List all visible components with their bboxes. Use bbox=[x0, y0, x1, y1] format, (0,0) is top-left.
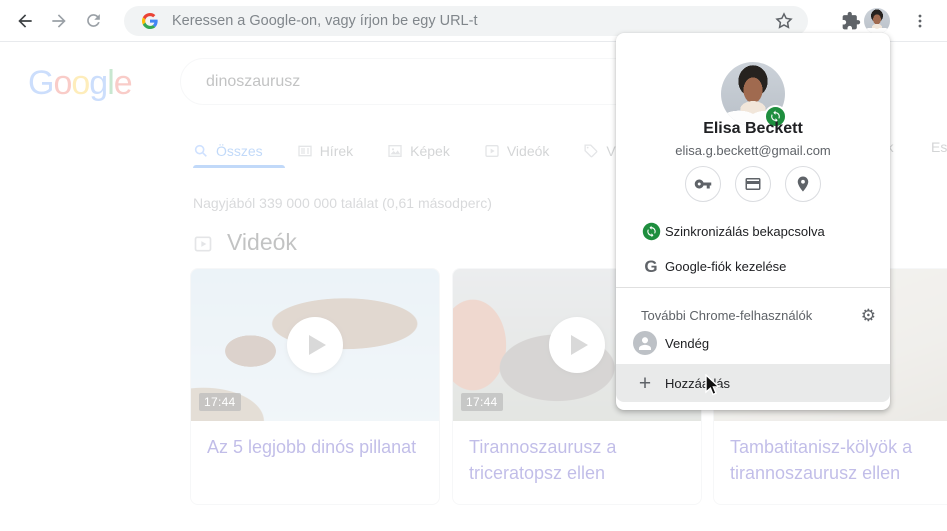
guest-label: Vendég bbox=[665, 335, 710, 351]
menu-dots-icon[interactable] bbox=[903, 4, 937, 38]
manage-account-label: Google-fiók kezelése bbox=[665, 258, 787, 274]
google-g-icon: G bbox=[644, 256, 658, 276]
menu-divider bbox=[616, 287, 890, 288]
browser-window: Google dinoszaurusz Összes Hírek bbox=[0, 0, 947, 531]
account-shortcuts bbox=[616, 166, 890, 202]
passwords-key-button[interactable] bbox=[685, 166, 721, 202]
profile-menu: Elisa Beckett elisa.g.beckett@gmail.com … bbox=[616, 33, 890, 410]
payments-card-button[interactable] bbox=[735, 166, 771, 202]
manage-account-item[interactable]: G Google-fiók kezelése bbox=[616, 250, 890, 282]
profile-avatar-button[interactable] bbox=[864, 8, 890, 34]
address-bar[interactable]: Keressen a Google-on, vagy írjon be egy … bbox=[124, 6, 808, 36]
back-button[interactable] bbox=[8, 4, 42, 38]
gear-icon[interactable]: ⚙ bbox=[861, 307, 876, 324]
mouse-cursor bbox=[705, 374, 721, 396]
reload-button[interactable] bbox=[76, 4, 110, 38]
google-favicon bbox=[142, 13, 158, 29]
url-placeholder: Keressen a Google-on, vagy írjon be egy … bbox=[172, 13, 478, 29]
profile-name: Elisa Beckett bbox=[703, 120, 803, 137]
profile-email: elisa.g.beckett@gmail.com bbox=[675, 143, 831, 158]
sync-status-item[interactable]: Szinkronizálás bekapcsolva bbox=[616, 215, 890, 247]
guest-person-icon bbox=[633, 331, 657, 355]
add-profile-item[interactable]: + Hozzáadás bbox=[616, 364, 890, 402]
addresses-pin-button[interactable] bbox=[785, 166, 821, 202]
forward-button[interactable] bbox=[42, 4, 76, 38]
sync-on-icon bbox=[639, 222, 663, 241]
other-profiles-label: További Chrome-felhasználók bbox=[641, 307, 813, 323]
bookmark-star-icon[interactable] bbox=[774, 11, 794, 31]
plus-icon: + bbox=[638, 371, 652, 395]
guest-profile-item[interactable]: Vendég bbox=[616, 325, 890, 361]
sync-status-label: Szinkronizálás bekapcsolva bbox=[665, 223, 825, 239]
avatar-photo bbox=[864, 8, 890, 34]
